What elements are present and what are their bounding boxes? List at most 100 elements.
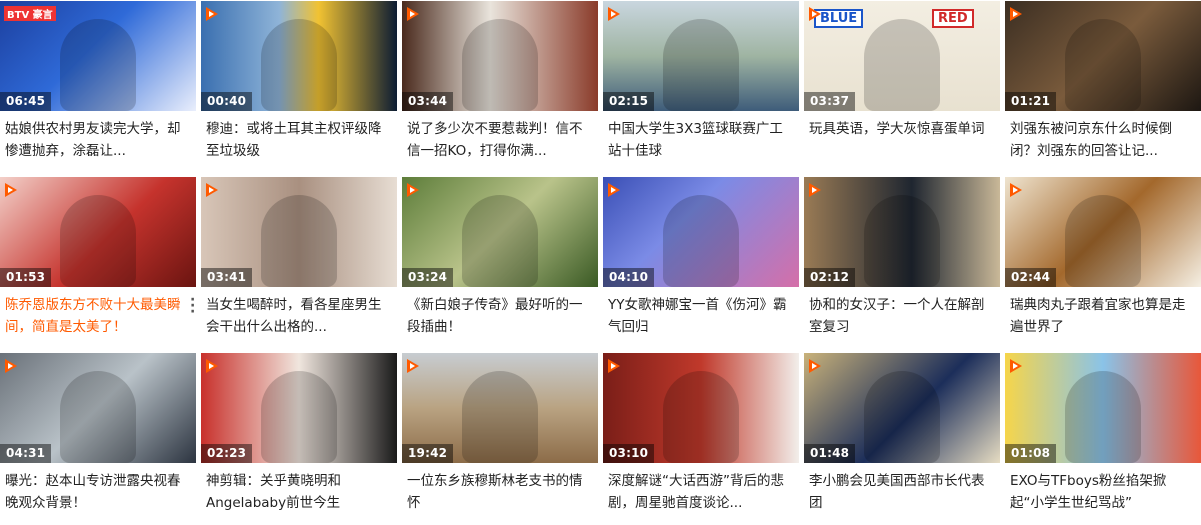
video-card[interactable]: BTV 豪言 06:45 姑娘供农村男友读完大学，却惨遭抛弃，涂磊让... [0, 1, 196, 173]
brand-play-icon [1010, 359, 1022, 373]
video-thumbnail[interactable]: 04:31 [0, 353, 196, 463]
video-title[interactable]: 李小鹏会见美国西部市长代表团 [809, 470, 995, 514]
video-card[interactable]: 01:08 EXO与TFboys粉丝掐架掀起“小学生世纪骂战” [1005, 353, 1201, 525]
brand-play-icon [407, 183, 419, 197]
video-thumbnail[interactable]: 03:41 [201, 177, 397, 287]
video-card[interactable]: 03:41 当女生喝醉时，看各星座男生会干出什么出格的... [201, 177, 397, 349]
thumbnail-image [261, 19, 337, 111]
brand-play-icon [809, 359, 821, 373]
thumbnail-image [261, 371, 337, 463]
video-title[interactable]: EXO与TFboys粉丝掐架掀起“小学生世纪骂战” [1010, 470, 1196, 514]
thumbnail-image [663, 19, 739, 111]
more-options-icon[interactable]: · · · [190, 293, 195, 319]
brand-play-icon [206, 7, 218, 21]
video-title[interactable]: 刘强东被问京东什么时候倒闭？刘强东的回答让记... [1010, 118, 1196, 162]
duration-badge: 02:12 [804, 268, 856, 287]
video-card[interactable]: 02:23 神剪辑：关乎黄晓明和Angelababy前世今生 [201, 353, 397, 525]
thumbnail-image [864, 371, 940, 463]
video-title[interactable]: 姑娘供农村男友读完大学，却惨遭抛弃，涂磊让... [5, 118, 191, 162]
video-card[interactable]: 01:21 刘强东被问京东什么时候倒闭？刘强东的回答让记... [1005, 1, 1201, 173]
duration-badge: 04:10 [603, 268, 655, 287]
duration-badge: 03:37 [804, 92, 856, 111]
video-title[interactable]: 深度解谜“大话西游”背后的悲剧，周星驰首度谈论... [608, 470, 794, 514]
video-title[interactable]: 中国大学生3X3篮球联赛广工站十佳球 [608, 118, 794, 162]
video-card[interactable]: 00:40 穆迪：或将土耳其主权评级降至垃圾级 [201, 1, 397, 173]
duration-badge: 01:53 [0, 268, 52, 287]
thumbnail-image [864, 19, 940, 111]
video-thumbnail[interactable]: 03:10 [603, 353, 799, 463]
duration-badge: 04:31 [0, 444, 52, 463]
video-title[interactable]: 穆迪：或将土耳其主权评级降至垃圾级 [206, 118, 392, 162]
thumbnail-image [462, 195, 538, 287]
video-title[interactable]: 《新白娘子传奇》最好听的一段插曲！ [407, 294, 593, 338]
brand-play-icon [407, 359, 419, 373]
brand-play-icon [206, 359, 218, 373]
duration-badge: 00:40 [201, 92, 253, 111]
brand-play-icon [809, 183, 821, 197]
brand-play-icon [608, 183, 620, 197]
duration-badge: 03:10 [603, 444, 655, 463]
video-card[interactable]: 01:48 李小鹏会见美国西部市长代表团 [804, 353, 1000, 525]
video-card[interactable]: 19:42 一位东乡族穆斯林老支书的情怀 [402, 353, 598, 525]
brand-play-icon [407, 7, 419, 21]
thumbnail-image [462, 371, 538, 463]
video-grid: BTV 豪言 06:45 姑娘供农村男友读完大学，却惨遭抛弃，涂磊让... 00:40… [0, 0, 1201, 518]
thumbnail-image [663, 195, 739, 287]
video-thumbnail[interactable]: 01:48 [804, 353, 1000, 463]
video-card[interactable]: 02:15 中国大学生3X3篮球联赛广工站十佳球 [603, 1, 799, 173]
video-thumbnail[interactable]: 19:42 [402, 353, 598, 463]
video-thumbnail[interactable]: 01:08 [1005, 353, 1201, 463]
video-title[interactable]: 说了多少次不要惹裁判！信不信一招KO，打得你满... [407, 118, 593, 162]
duration-badge: 02:15 [603, 92, 655, 111]
video-title[interactable]: 瑞典肉丸子跟着宜家也算是走遍世界了 [1010, 294, 1196, 338]
thumbnail-image [462, 19, 538, 111]
video-card[interactable]: 04:31 曝光：赵本山专访泄露央视春晚观众背景！ [0, 353, 196, 525]
video-thumbnail[interactable]: 03:24 [402, 177, 598, 287]
thumbnail-image [261, 195, 337, 287]
video-title[interactable]: 当女生喝醉时，看各星座男生会干出什么出格的... [206, 294, 392, 338]
duration-badge: 02:44 [1005, 268, 1057, 287]
video-thumbnail[interactable]: 02:12 [804, 177, 1000, 287]
duration-badge: 01:08 [1005, 444, 1057, 463]
video-thumbnail[interactable]: 00:40 [201, 1, 397, 111]
blue-label: BLUE [814, 9, 864, 28]
duration-badge: 01:21 [1005, 92, 1057, 111]
thumbnail-image [1065, 195, 1141, 287]
brand-play-icon [5, 183, 17, 197]
video-title[interactable]: 曝光：赵本山专访泄露央视春晚观众背景！ [5, 470, 191, 514]
video-title[interactable]: 陈乔恩版东方不败十大最美瞬间，简直是太美了！ [5, 294, 191, 338]
video-title[interactable]: 协和的女汉子：一个人在解剖室复习 [809, 294, 995, 338]
video-card[interactable]: 01:53 陈乔恩版东方不败十大最美瞬间，简直是太美了！ · · · [0, 177, 196, 349]
video-thumbnail[interactable]: 01:53 [0, 177, 196, 287]
video-thumbnail[interactable]: 02:44 [1005, 177, 1201, 287]
video-card[interactable]: BLUE RED 03:37 玩具英语，学大灰惊喜蛋单词 [804, 1, 1000, 173]
video-card[interactable]: 03:10 深度解谜“大话西游”背后的悲剧，周星驰首度谈论... [603, 353, 799, 525]
video-thumbnail[interactable]: 03:44 [402, 1, 598, 111]
duration-badge: 06:45 [0, 92, 52, 111]
video-title[interactable]: 玩具英语，学大灰惊喜蛋单词 [809, 118, 995, 140]
video-card[interactable]: 02:12 协和的女汉子：一个人在解剖室复习 [804, 177, 1000, 349]
brand-play-icon [1010, 183, 1022, 197]
video-title[interactable]: 神剪辑：关乎黄晓明和Angelababy前世今生 [206, 470, 392, 514]
brand-play-icon [1010, 7, 1022, 21]
video-thumbnail[interactable]: 01:21 [1005, 1, 1201, 111]
brand-play-icon [206, 183, 218, 197]
video-thumbnail[interactable]: BTV 豪言 06:45 [0, 1, 196, 111]
channel-logo: BTV 豪言 [4, 6, 56, 21]
video-title[interactable]: YY女歌神娜宝一首《伤河》霸气回归 [608, 294, 794, 338]
thumbnail-image [864, 195, 940, 287]
video-thumbnail[interactable]: 02:23 [201, 353, 397, 463]
video-thumbnail[interactable]: BLUE RED 03:37 [804, 1, 1000, 111]
thumbnail-image [663, 371, 739, 463]
video-thumbnail[interactable]: 02:15 [603, 1, 799, 111]
video-thumbnail[interactable]: 04:10 [603, 177, 799, 287]
video-card[interactable]: 04:10 YY女歌神娜宝一首《伤河》霸气回归 [603, 177, 799, 349]
video-card[interactable]: 03:44 说了多少次不要惹裁判！信不信一招KO，打得你满... [402, 1, 598, 173]
brand-play-icon [5, 359, 17, 373]
video-card[interactable]: 02:44 瑞典肉丸子跟着宜家也算是走遍世界了 [1005, 177, 1201, 349]
brand-play-icon [608, 359, 620, 373]
video-title[interactable]: 一位东乡族穆斯林老支书的情怀 [407, 470, 593, 514]
thumbnail-image [60, 19, 136, 111]
duration-badge: 01:48 [804, 444, 856, 463]
video-card[interactable]: 03:24 《新白娘子传奇》最好听的一段插曲！ [402, 177, 598, 349]
